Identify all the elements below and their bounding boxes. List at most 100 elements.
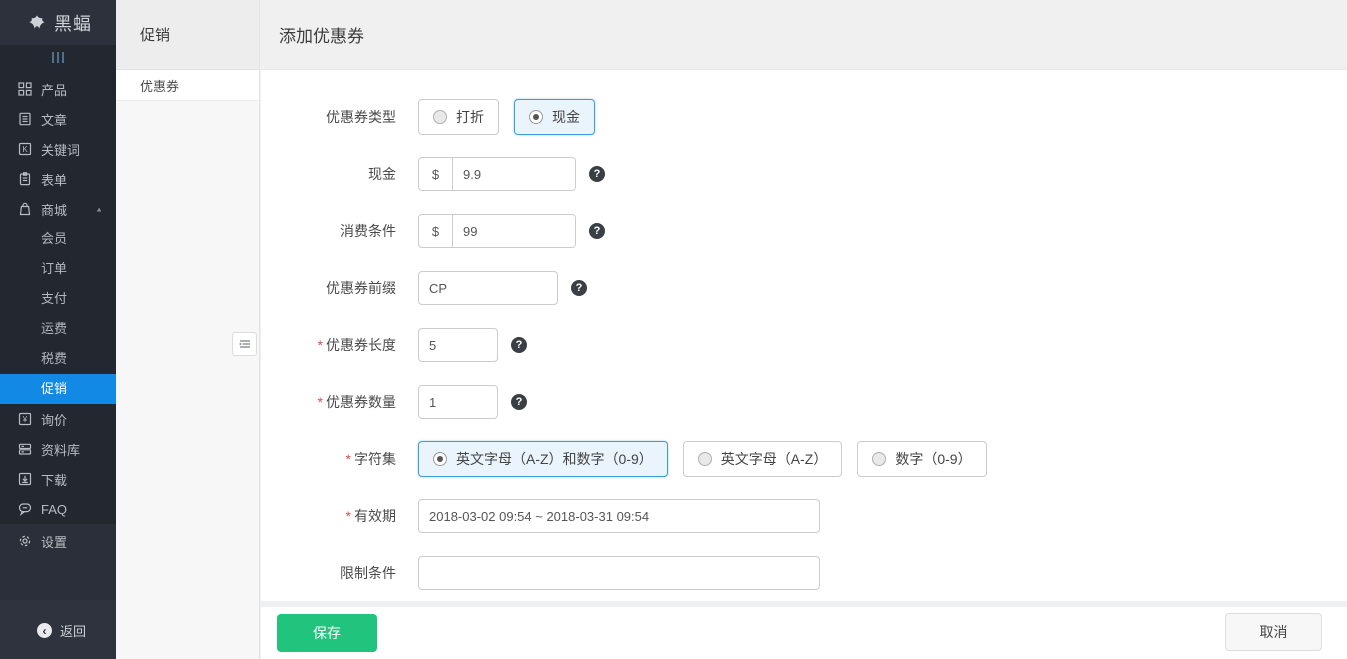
help-icon[interactable]: ? — [511, 337, 527, 353]
sidebar-item-forms[interactable]: 表单 — [0, 164, 116, 194]
coupon-type-option-discount[interactable]: 打折 — [418, 99, 499, 135]
keyword-icon: K — [17, 142, 32, 157]
field-label: 消费条件 — [261, 221, 396, 241]
coupon-form: 优惠券类型 打折 现金 现金 $ ? 消费条件 — [261, 70, 1347, 601]
row-coupon-type: 优惠券类型 打折 现金 — [261, 99, 1347, 135]
sidebar-collapse-toggle[interactable] — [0, 45, 116, 70]
collapse-bars-icon — [52, 52, 54, 63]
back-arrow-icon: ‹ — [37, 623, 52, 638]
sidebar-item-products[interactable]: 产品 — [0, 74, 116, 104]
field-label: *字符集 — [261, 449, 396, 469]
field-label: 优惠券前缀 — [261, 278, 396, 298]
page-header: 添加优惠券 — [261, 0, 1347, 70]
save-button[interactable]: 保存 — [277, 614, 377, 652]
sidebar-item-inquiry[interactable]: ¥ 询价 — [0, 404, 116, 434]
charset-option-alphanumeric[interactable]: 英文字母（A-Z）和数字（0-9） — [418, 441, 668, 477]
faq-icon — [17, 502, 32, 517]
coupon-prefix-input[interactable] — [418, 271, 558, 305]
radio-icon — [698, 452, 712, 466]
secondary-sidebar: 促销 优惠券 — [116, 0, 260, 659]
grid-icon — [17, 82, 32, 97]
sidebar-menu: 产品 文章 K 关键词 表单 商城 ▲ 会员 订单 支付 运费 — [0, 70, 116, 524]
panel-toggle-button[interactable] — [232, 332, 257, 356]
restriction-input[interactable] — [418, 556, 820, 590]
coupon-type-option-cash[interactable]: 现金 — [514, 99, 595, 135]
field-label: *优惠券长度 — [261, 335, 396, 355]
coupon-length-input[interactable] — [418, 328, 498, 362]
condition-input[interactable] — [453, 215, 575, 247]
library-icon — [17, 442, 32, 457]
currency-addon: $ — [419, 158, 453, 190]
inquiry-icon: ¥ — [17, 412, 32, 427]
sidebar-item-downloads[interactable]: 下载 — [0, 464, 116, 494]
row-coupon-quantity: *优惠券数量 ? — [261, 384, 1347, 420]
row-coupon-prefix: 优惠券前缀 ? — [261, 270, 1347, 306]
sidebar-item-label: 产品 — [41, 80, 67, 99]
row-spend-condition: 消费条件 $ ? — [261, 213, 1347, 249]
form-icon — [17, 172, 32, 187]
gear-icon — [17, 534, 32, 549]
sidebar-item-label: 关键词 — [41, 140, 80, 159]
secondary-header: 促销 — [116, 0, 259, 70]
charset-option-digits[interactable]: 数字（0-9） — [857, 441, 986, 477]
radio-icon — [433, 110, 447, 124]
back-label: 返回 — [60, 621, 86, 640]
sidebar-subitem-tax[interactable]: 税费 — [0, 344, 116, 374]
sidebar-item-settings[interactable]: 设置 — [0, 526, 116, 556]
sidebar-subitem-shipping[interactable]: 运费 — [0, 314, 116, 344]
help-icon[interactable]: ? — [589, 166, 605, 182]
field-label: 限制条件 — [261, 563, 396, 583]
form-footer: 保存 取消 — [261, 607, 1347, 659]
back-button[interactable]: ‹ 返回 — [0, 600, 116, 640]
row-coupon-length: *优惠券长度 ? — [261, 327, 1347, 363]
cash-input[interactable] — [453, 158, 575, 190]
sidebar-item-library[interactable]: 资料库 — [0, 434, 116, 464]
sidebar-item-label: 询价 — [41, 410, 67, 429]
radio-icon — [872, 452, 886, 466]
sidebar-item-label: 资料库 — [41, 440, 80, 459]
currency-addon: $ — [419, 215, 453, 247]
help-icon[interactable]: ? — [571, 280, 587, 296]
menu-lines-icon — [238, 337, 252, 351]
secondary-item-coupon[interactable]: 优惠券 — [116, 70, 259, 101]
validity-range-input[interactable] — [418, 499, 820, 533]
help-icon[interactable]: ? — [589, 223, 605, 239]
required-mark: * — [318, 337, 323, 353]
field-label: 现金 — [261, 164, 396, 184]
sidebar-subitem-orders[interactable]: 订单 — [0, 254, 116, 284]
sidebar-item-keywords[interactable]: K 关键词 — [0, 134, 116, 164]
charset-option-letters[interactable]: 英文字母（A-Z） — [683, 441, 843, 477]
coupon-quantity-input[interactable] — [418, 385, 498, 419]
bat-icon — [24, 14, 50, 31]
sidebar-subitem-payment[interactable]: 支付 — [0, 284, 116, 314]
sidebar-item-label: FAQ — [41, 502, 67, 517]
brand-logo[interactable]: 黑蝠 — [0, 0, 116, 45]
field-label: *有效期 — [261, 506, 396, 526]
help-icon[interactable]: ? — [511, 394, 527, 410]
download-icon — [17, 472, 32, 487]
sidebar-item-articles[interactable]: 文章 — [0, 104, 116, 134]
radio-selected-icon — [529, 110, 543, 124]
sidebar-item-label: 设置 — [41, 532, 67, 551]
sidebar-item-mall[interactable]: 商城 ▲ — [0, 194, 116, 224]
main-sidebar: 黑蝠 产品 文章 K 关键词 表单 商城 — [0, 0, 116, 659]
required-mark: * — [346, 451, 351, 467]
sidebar-item-label: 表单 — [41, 170, 67, 189]
sidebar-lower-section: 设置 — [0, 524, 116, 602]
row-validity: *有效期 — [261, 498, 1347, 534]
sidebar-item-label: 下载 — [41, 470, 67, 489]
cash-input-group: $ — [418, 157, 576, 191]
row-cash: 现金 $ ? — [261, 156, 1347, 192]
condition-input-group: $ — [418, 214, 576, 248]
sidebar-subitem-promotion-active[interactable]: 促销 — [0, 374, 116, 404]
row-charset: *字符集 英文字母（A-Z）和数字（0-9） 英文字母（A-Z） 数字（0-9） — [261, 441, 1347, 477]
main-content: 添加优惠券 优惠券类型 打折 现金 现金 $ ? — [261, 0, 1347, 659]
sidebar-item-label: 商城 — [41, 200, 67, 219]
article-icon — [17, 112, 32, 127]
required-mark: * — [318, 394, 323, 410]
row-restriction: 限制条件 — [261, 555, 1347, 591]
sidebar-item-faq[interactable]: FAQ — [0, 494, 116, 524]
cancel-button[interactable]: 取消 — [1225, 613, 1322, 651]
sidebar-subitem-members[interactable]: 会员 — [0, 224, 116, 254]
sidebar-item-label: 文章 — [41, 110, 67, 129]
